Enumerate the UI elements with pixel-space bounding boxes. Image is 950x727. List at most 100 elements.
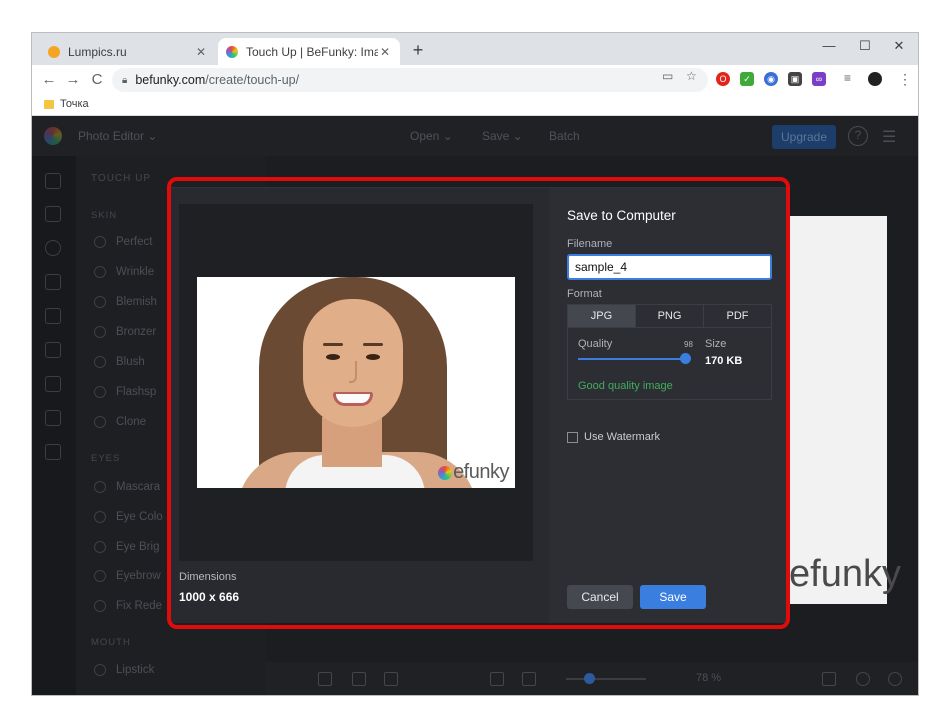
tool-eye-brighten[interactable]: Eye Brig	[94, 541, 159, 553]
app-header: Photo Editor ⌄ Open ⌄ Save ⌄ Batch Upgra…	[32, 116, 918, 156]
rail-tool-icon[interactable]	[45, 444, 61, 460]
tool-lipstick[interactable]: Lipstick	[94, 664, 154, 676]
rail-tool-icon[interactable]	[45, 308, 61, 324]
tool-icon	[94, 296, 106, 308]
copy-icon[interactable]	[352, 672, 366, 686]
mouth-section-label: MOUTH	[91, 637, 131, 648]
close-tab-icon[interactable]: ✕	[378, 45, 392, 59]
tool-eye-color[interactable]: Eye Colo	[94, 511, 163, 523]
tool-label: Wrinkle	[116, 266, 155, 278]
opera-extension-icon[interactable]: O	[716, 72, 730, 86]
red-highlight-frame	[167, 177, 790, 629]
tool-bronzer[interactable]: Bronzer	[94, 326, 156, 338]
rail-heart-icon[interactable]	[45, 342, 61, 358]
tool-label: Eye Brig	[116, 541, 160, 553]
save-menu[interactable]: Save ⌄	[482, 129, 523, 143]
profile-avatar-icon[interactable]	[868, 72, 882, 86]
checkmark-extension-icon[interactable]: ✓	[740, 72, 754, 86]
tool-icon	[94, 326, 106, 338]
box-extension-icon[interactable]: ▣	[788, 72, 802, 86]
batch-menu[interactable]: Batch	[549, 129, 580, 143]
cast-icon[interactable]: ▭	[662, 69, 673, 83]
tool-label: Blush	[116, 356, 145, 368]
tab-title: Touch Up | BeFunky: Image Retouc	[246, 44, 378, 59]
tool-blush[interactable]: Blush	[94, 356, 145, 368]
tool-wrinkle[interactable]: Wrinkle	[94, 266, 154, 278]
url-path: /create/touch-up/	[205, 73, 300, 87]
reading-list-icon[interactable]: ≡	[844, 71, 851, 85]
tool-icon	[94, 664, 106, 676]
background-photo: efunky	[789, 216, 901, 604]
bookmark-tochka[interactable]: Точка	[44, 98, 89, 110]
compare-icon[interactable]	[822, 672, 836, 686]
fit-icon[interactable]	[490, 672, 504, 686]
bookmarks-bar: Точка	[32, 95, 918, 116]
address-bar[interactable]: 🔒︎ befunky.com/create/touch-up/	[112, 68, 708, 92]
maximize-button[interactable]: ☐	[850, 35, 880, 57]
tool-mascara[interactable]: Mascara	[94, 481, 160, 493]
folder-icon	[44, 99, 54, 109]
background-watermark: efunky	[789, 553, 901, 595]
tool-icon	[94, 570, 106, 582]
tool-eyebrow[interactable]: Eyebrow	[94, 570, 161, 582]
tool-clone[interactable]: Clone	[94, 416, 146, 428]
tool-icon	[94, 236, 106, 248]
rail-tool-icon[interactable]	[45, 173, 61, 189]
tool-icon	[94, 541, 106, 553]
tab-befunky[interactable]: Touch Up | BeFunky: Image Retouc ✕	[218, 38, 400, 65]
tool-flashspot[interactable]: Flashsp	[94, 386, 156, 398]
tool-icon	[94, 416, 106, 428]
layout-icon[interactable]	[384, 672, 398, 686]
rail-tool-icon[interactable]	[45, 410, 61, 426]
tool-label: Eye Colo	[116, 511, 163, 523]
link-extension-icon[interactable]: ∞	[812, 72, 826, 86]
tool-blemish[interactable]: Blemish	[94, 296, 157, 308]
undo-icon[interactable]	[856, 672, 870, 686]
tab-strip: Lumpics.ru ✕ Touch Up | BeFunky: Image R…	[32, 33, 918, 65]
tool-label: Clone	[116, 416, 147, 428]
forward-button[interactable]: →	[62, 69, 84, 91]
help-icon[interactable]: ?	[848, 126, 868, 146]
tool-label: Blemish	[116, 296, 157, 308]
browser-toolbar: ← → C 🔒︎ befunky.com/create/touch-up/ ▭ …	[32, 65, 918, 95]
tool-icon	[94, 481, 106, 493]
minimize-button[interactable]: —	[814, 35, 844, 57]
tool-icon	[94, 356, 106, 368]
close-window-button[interactable]: ✕	[884, 35, 914, 57]
tool-label: Eyebrow	[116, 570, 161, 582]
open-menu[interactable]: Open ⌄	[410, 129, 453, 143]
back-button[interactable]: ←	[38, 69, 60, 91]
befunky-favicon-icon	[226, 45, 238, 58]
bookmark-star-icon[interactable]: ☆	[686, 69, 697, 83]
tab-title: Lumpics.ru	[68, 44, 127, 59]
tool-label: Mascara	[116, 481, 161, 493]
bottom-toolbar: 78 %	[266, 662, 918, 695]
tool-icon	[94, 511, 106, 523]
close-tab-icon[interactable]: ✕	[194, 45, 208, 59]
new-tab-button[interactable]: +	[408, 40, 428, 61]
upgrade-button[interactable]: Upgrade	[772, 125, 836, 149]
rail-tool-icon[interactable]	[45, 376, 61, 392]
tool-icon	[94, 266, 106, 278]
tool-label: Bronzer	[116, 326, 157, 338]
rail-tool-icon[interactable]	[45, 206, 61, 222]
zoom-level: 78 %	[696, 672, 722, 684]
tool-fix-redeye[interactable]: Fix Rede	[94, 600, 162, 612]
tool-perfect[interactable]: Perfect	[94, 236, 152, 248]
url-host: befunky.com	[135, 73, 206, 87]
vpn-extension-icon[interactable]: ◉	[764, 72, 778, 86]
expand-icon[interactable]	[522, 672, 536, 686]
zoom-slider[interactable]	[566, 678, 646, 680]
layers-icon[interactable]	[318, 672, 332, 686]
photo-editor-menu[interactable]: Photo Editor ⌄	[78, 129, 157, 143]
hamburger-menu-icon[interactable]: ☰	[882, 127, 896, 147]
rail-eye-icon[interactable]	[45, 240, 61, 256]
tool-icon	[94, 600, 106, 612]
reload-button[interactable]: C	[86, 69, 108, 91]
tool-label: Fix Rede	[116, 600, 163, 612]
zoom-slider-knob[interactable]	[584, 673, 595, 684]
tab-lumpics[interactable]: Lumpics.ru ✕	[40, 38, 216, 65]
history-icon[interactable]	[888, 672, 902, 686]
browser-menu-icon[interactable]: ⋮	[898, 71, 912, 88]
rail-tool-icon[interactable]	[45, 274, 61, 290]
